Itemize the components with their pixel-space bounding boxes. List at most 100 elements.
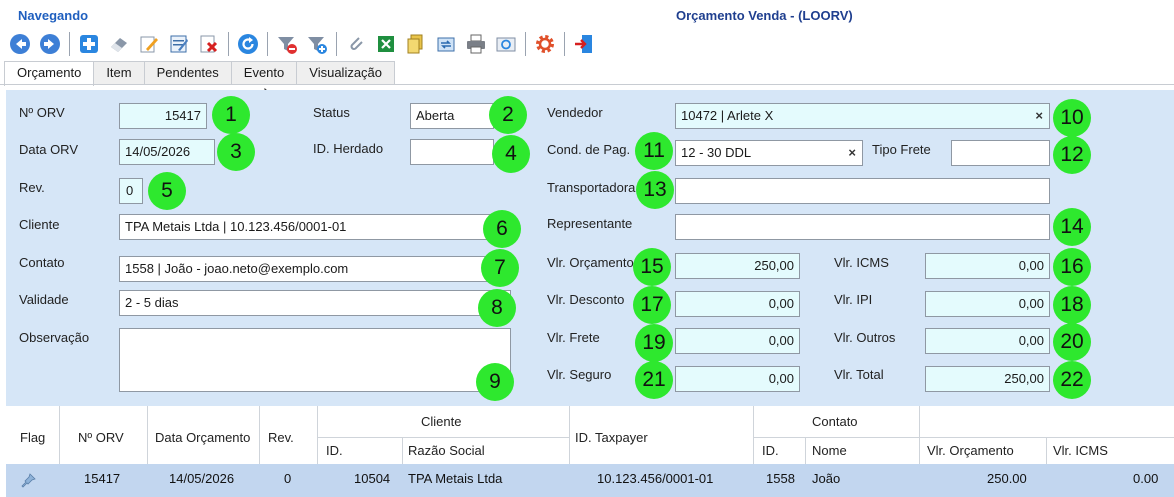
cond-pag-label: Cond. de Pag. <box>547 142 631 157</box>
email-icon[interactable] <box>492 30 520 58</box>
back-icon[interactable] <box>6 30 34 58</box>
col-header-data-orcamento[interactable]: Data Orçamento <box>155 430 258 445</box>
mode-indicator: Navegando <box>18 8 89 23</box>
col-header-contato-id[interactable]: ID. <box>762 443 779 458</box>
exit-icon[interactable] <box>570 30 598 58</box>
vlr-total-field[interactable]: 250,00 <box>925 366 1050 392</box>
cell-rev: 0 <box>284 471 292 486</box>
vlr-seguro-field[interactable]: 0,00 <box>675 366 800 392</box>
badge-21: 21 <box>635 361 673 399</box>
toolbar-separator <box>69 32 70 56</box>
badge-19: 19 <box>635 324 673 362</box>
status-field[interactable]: Aberta <box>410 103 494 129</box>
window-header: Navegando Orçamento Venda - (LOORV) <box>0 0 1174 28</box>
excel-icon[interactable] <box>372 30 400 58</box>
data-orv-label: Data ORV <box>19 142 79 157</box>
representante-field[interactable] <box>675 214 1050 240</box>
tab-item[interactable]: Item <box>93 61 145 85</box>
col-header-vlr-icms[interactable]: Vlr. ICMS <box>1053 443 1108 458</box>
badge-7: 7 <box>481 249 519 287</box>
badge-20: 20 <box>1053 323 1091 361</box>
badge-13: 13 <box>636 171 674 209</box>
cell-vlr-orcamento: 250.00 <box>987 471 1027 486</box>
page-title: Orçamento Venda - (LOORV) <box>676 8 853 23</box>
id-herdado-label: ID. Herdado <box>313 141 384 156</box>
vlr-desconto-field[interactable]: 0,00 <box>675 291 800 317</box>
badge-16: 16 <box>1053 248 1091 286</box>
badge-2: 2 <box>489 96 527 134</box>
cond-pag-value: 12 - 30 DDL <box>681 145 752 160</box>
vendedor-clear-icon[interactable]: × <box>1035 104 1043 128</box>
edit-form-icon[interactable] <box>165 30 193 58</box>
validade-field[interactable]: 2 - 5 dias <box>119 290 511 316</box>
filter-clear-icon[interactable] <box>273 30 301 58</box>
col-header-nome[interactable]: Nome <box>812 443 847 458</box>
transportadora-field[interactable] <box>675 178 1050 204</box>
tab-visualizacao[interactable]: Visualização <box>296 61 396 85</box>
cond-pag-clear-icon[interactable]: × <box>848 141 856 165</box>
vendedor-label: Vendedor <box>547 105 603 120</box>
tab-pendentes[interactable]: Pendentes <box>143 61 232 85</box>
observacao-field[interactable] <box>119 328 511 392</box>
cell-razao-social: TPA Metais Ltda <box>408 471 503 486</box>
tipo-frete-field[interactable] <box>951 140 1050 166</box>
edit-icon[interactable] <box>135 30 163 58</box>
badge-22: 22 <box>1053 361 1091 399</box>
badge-1: 1 <box>212 96 250 134</box>
toolbar-separator <box>564 32 565 56</box>
data-orv-field[interactable]: 14/05/2026 <box>119 139 215 165</box>
col-header-flag[interactable]: Flag <box>20 430 45 445</box>
settings-icon[interactable] <box>531 30 559 58</box>
copy-icon[interactable] <box>402 30 430 58</box>
col-header-num-orv[interactable]: Nº ORV <box>78 430 124 445</box>
vendedor-field[interactable]: 10472 | Arlete X × <box>675 103 1050 129</box>
col-header-vlr-orcamento[interactable]: Vlr. Orçamento <box>927 443 1014 458</box>
col-header-razao-social[interactable]: Razão Social <box>408 443 485 458</box>
vlr-outros-label: Vlr. Outros <box>834 330 896 345</box>
pin-icon <box>21 473 36 488</box>
cond-pag-field[interactable]: 12 - 30 DDL × <box>675 140 863 166</box>
print-icon[interactable] <box>462 30 490 58</box>
col-group-contato: Contato <box>812 414 858 429</box>
badge-10: 10 <box>1053 99 1091 137</box>
badge-5: 5 <box>148 172 186 210</box>
tab-evento[interactable]: Evento <box>230 61 298 85</box>
col-header-id-taxpayer[interactable]: ID. Taxpayer <box>575 430 648 445</box>
transportadora-label: Transportadora <box>547 180 636 195</box>
cell-cliente-id: 10504 <box>354 471 391 486</box>
badge-12: 12 <box>1053 136 1091 174</box>
toolbar-separator <box>228 32 229 56</box>
vlr-icms-field[interactable]: 0,00 <box>925 253 1050 279</box>
tab-orcamento[interactable]: Orçamento <box>4 61 95 86</box>
badge-6: 6 <box>483 210 521 248</box>
attach-icon[interactable] <box>342 30 370 58</box>
filter-add-icon[interactable] <box>303 30 331 58</box>
col-header-rev[interactable]: Rev. <box>268 430 294 445</box>
contato-field[interactable]: 1558 | João - joao.neto@exemplo.com <box>119 256 511 282</box>
vlr-orcamento-field[interactable]: 250,00 <box>675 253 800 279</box>
rev-field[interactable]: 0 <box>119 178 143 204</box>
cell-num-orv: 15417 <box>84 471 121 486</box>
refresh-icon[interactable] <box>234 30 262 58</box>
delete-icon[interactable] <box>195 30 223 58</box>
forward-icon[interactable] <box>36 30 64 58</box>
col-header-cliente-id[interactable]: ID. <box>326 443 343 458</box>
transfer-icon[interactable] <box>432 30 460 58</box>
badge-15: 15 <box>633 248 671 286</box>
vlr-ipi-field[interactable]: 0,00 <box>925 291 1050 317</box>
eraser-icon[interactable] <box>105 30 133 58</box>
vlr-ipi-label: Vlr. IPI <box>834 292 873 307</box>
badge-18: 18 <box>1053 286 1091 324</box>
cell-nome: João <box>812 471 841 486</box>
vlr-seguro-label: Vlr. Seguro <box>547 367 612 382</box>
id-herdado-field[interactable] <box>410 139 494 165</box>
num-orv-field[interactable]: 15417 <box>119 103 207 129</box>
vlr-total-label: Vlr. Total <box>834 367 884 382</box>
vlr-frete-field[interactable]: 0,00 <box>675 328 800 354</box>
cell-id-taxpayer: 10.123.456/0001-01 <box>597 471 714 486</box>
vlr-frete-label: Vlr. Frete <box>547 330 600 345</box>
cliente-field[interactable]: TPA Metais Ltda | 10.123.456/0001-01 <box>119 214 511 240</box>
vlr-outros-field[interactable]: 0,00 <box>925 328 1050 354</box>
vlr-icms-label: Vlr. ICMS <box>834 255 889 270</box>
add-icon[interactable] <box>75 30 103 58</box>
